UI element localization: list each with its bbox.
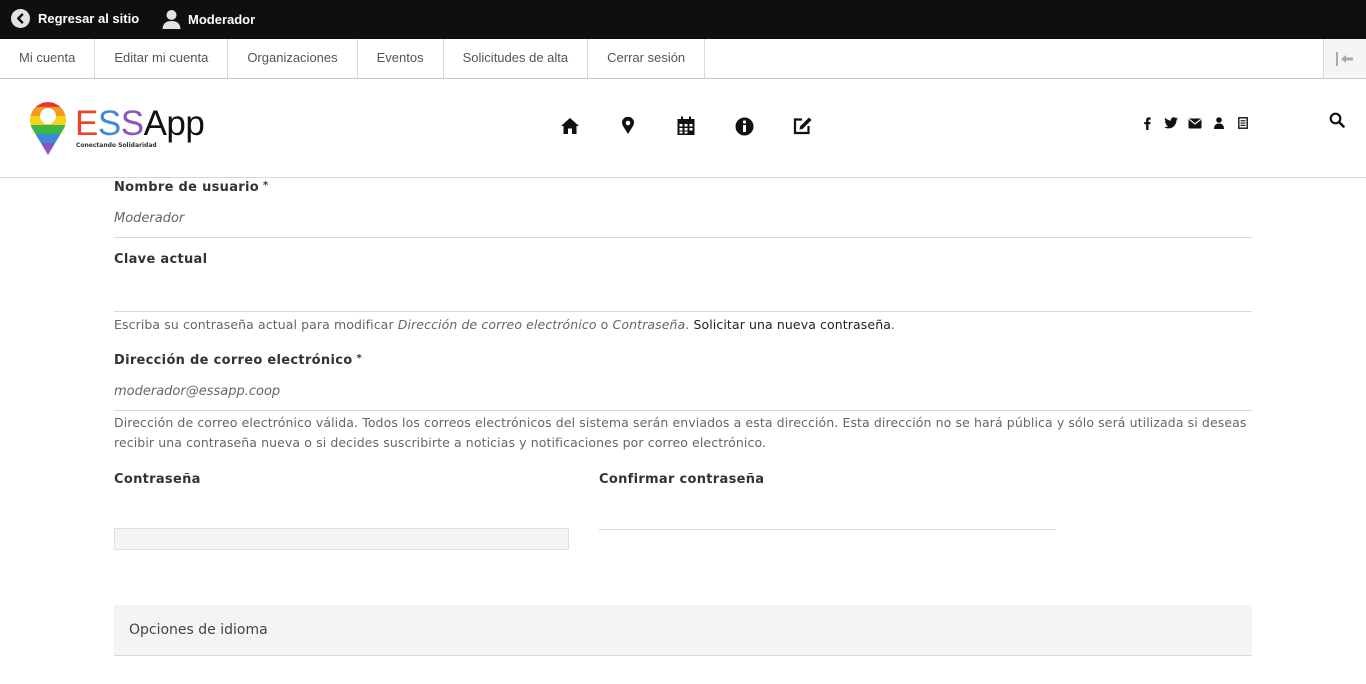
user-menu-label: Moderador — [188, 11, 256, 27]
user-icon[interactable] — [1212, 116, 1226, 130]
site-header: ESSApp Conectando Solidaridad — [0, 79, 1366, 178]
home-icon[interactable] — [559, 115, 581, 137]
info-icon[interactable] — [733, 115, 755, 137]
collapse-left-icon — [1336, 51, 1353, 66]
map-marker-icon[interactable] — [617, 115, 639, 137]
current-password-description: Escriba su contraseña actual para modifi… — [114, 317, 896, 332]
tab-edit-account[interactable]: Editar mi cuenta — [95, 39, 229, 78]
logo-tagline: Conectando Solidaridad — [76, 142, 157, 149]
edit-icon[interactable] — [791, 115, 813, 137]
search-button[interactable] — [1329, 112, 1347, 130]
current-password-label: Clave actual — [114, 252, 208, 267]
current-password-input[interactable] — [114, 278, 1252, 312]
admin-toolbar: Regresar al sitio Moderador — [0, 0, 1366, 39]
calendar-icon[interactable] — [675, 115, 697, 137]
email-input[interactable]: moderador@essapp.coop — [114, 384, 280, 399]
tab-events[interactable]: Eventos — [358, 39, 444, 78]
user-tray: Mi cuenta Editar mi cuenta Organizacione… — [0, 39, 1366, 79]
email-field-group: Dirección de correo electrónico * moderad… — [114, 353, 1252, 450]
pin-logo-icon — [30, 102, 67, 156]
document-icon[interactable] — [1236, 116, 1250, 130]
password-input[interactable] — [114, 528, 569, 550]
back-to-site-label: Regresar al sitio — [38, 11, 140, 26]
current-password-field-group: Clave actual Escriba su contraseña actua… — [114, 252, 1252, 332]
social-links — [1140, 116, 1260, 130]
password-label: Contraseña — [114, 472, 201, 487]
password-field-group: Contraseña — [114, 472, 569, 550]
main-nav — [559, 115, 849, 137]
confirm-password-input[interactable] — [599, 500, 1056, 530]
user-icon — [162, 10, 181, 29]
tab-registration-requests[interactable]: Solicitudes de alta — [444, 39, 589, 78]
language-options-title: Opciones de idioma — [129, 622, 268, 638]
email-underline — [114, 410, 1252, 411]
logo-wordmark: ESSApp — [75, 104, 205, 143]
required-mark: * — [262, 180, 269, 191]
facebook-icon[interactable] — [1140, 116, 1154, 130]
twitter-icon[interactable] — [1164, 116, 1178, 130]
tab-logout[interactable]: Cerrar sesión — [588, 39, 706, 78]
username-field-group: Nombre de usuario * Moderador — [114, 178, 1252, 238]
back-to-site-link[interactable]: Regresar al sitio — [11, 9, 139, 28]
username-label: Nombre de usuario * — [114, 180, 269, 195]
search-icon — [1329, 112, 1345, 128]
email-description: Dirección de correo electrónico válida. … — [114, 415, 1247, 450]
envelope-icon[interactable] — [1188, 116, 1202, 130]
language-options-section[interactable]: Opciones de idioma — [114, 605, 1252, 656]
username-input[interactable]: Moderador — [114, 211, 184, 226]
confirm-password-field-group: Confirmar contraseña — [599, 472, 1056, 530]
site-logo[interactable]: ESSApp Conectando Solidaridad — [29, 98, 205, 156]
tab-organizations[interactable]: Organizaciones — [228, 39, 358, 78]
tray-orientation-toggle[interactable] — [1323, 39, 1366, 78]
username-underline — [114, 237, 1252, 238]
required-mark: * — [356, 353, 362, 364]
user-menu-link[interactable]: Moderador — [162, 9, 255, 29]
email-label: Dirección de correo electrónico * — [114, 353, 362, 368]
chevron-left-icon — [11, 9, 30, 28]
confirm-password-label: Confirmar contraseña — [599, 472, 765, 487]
tab-my-account[interactable]: Mi cuenta — [0, 39, 96, 78]
request-new-password-link[interactable]: Solicitar una nueva contraseña — [693, 317, 891, 332]
